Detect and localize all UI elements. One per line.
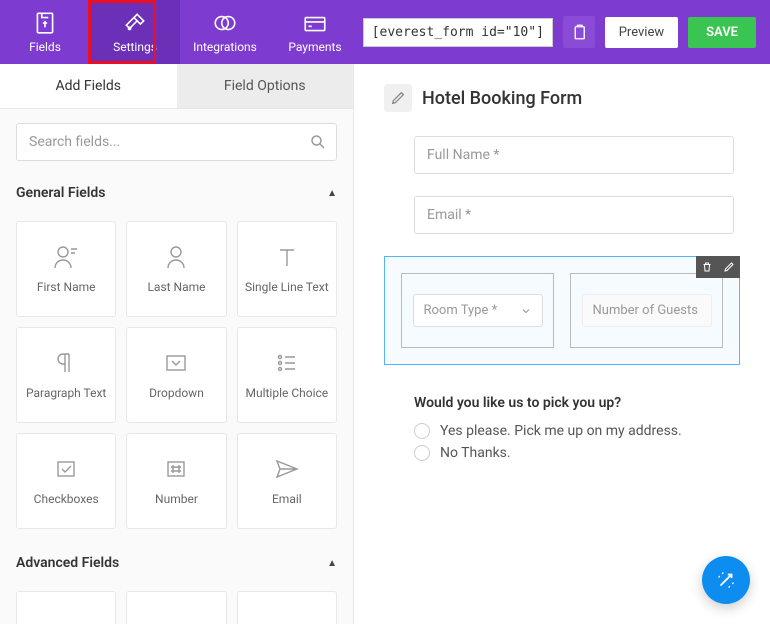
top-toolbar: Fields Settings Integrations Payments Pr… (0, 0, 770, 64)
field-advanced-3[interactable] (237, 591, 337, 624)
field-multiple-choice[interactable]: Multiple Choice (237, 327, 337, 423)
search-input[interactable] (16, 123, 337, 161)
field-label: Single Line Text (245, 280, 329, 294)
roomtype-dropdown[interactable]: Room Type * (413, 294, 543, 327)
section-general-label: General Fields (16, 185, 105, 201)
field-label: First Name (37, 280, 96, 294)
person-icon (161, 244, 191, 270)
field-label: Number (155, 492, 198, 506)
row-controls (696, 256, 740, 278)
caret-up-icon: ▲ (327, 558, 337, 569)
shortcode-input[interactable] (363, 18, 553, 47)
pickup-no-option[interactable]: No Thanks. (414, 445, 740, 461)
advanced-field-grid (0, 581, 353, 624)
wand-icon (715, 569, 737, 591)
field-number[interactable]: Number (126, 433, 226, 529)
fab-button[interactable] (702, 556, 750, 604)
nav-integrations[interactable]: Integrations (180, 0, 270, 64)
copy-button[interactable] (563, 16, 595, 48)
circles-icon (212, 10, 238, 36)
field-paragraph[interactable]: Paragraph Text (16, 327, 116, 423)
radio-icon (414, 423, 430, 439)
field-first-name[interactable]: First Name (16, 221, 116, 317)
form-title-row: Hotel Booking Form (384, 84, 740, 112)
edit-row-button[interactable] (718, 256, 740, 278)
pickup-yes-label: Yes please. Pick me up on my address. (440, 423, 682, 439)
text-icon (272, 244, 302, 270)
clipboard-icon (570, 23, 588, 41)
field-dropdown[interactable]: Dropdown (126, 327, 226, 423)
field-advanced-1[interactable] (16, 591, 116, 624)
delete-row-button[interactable] (696, 256, 718, 278)
radio-icon (414, 445, 430, 461)
list-icon (272, 350, 302, 376)
field-label: Multiple Choice (245, 386, 328, 400)
send-icon (272, 456, 302, 482)
form-title[interactable]: Hotel Booking Form (422, 88, 582, 109)
topnav: Fields Settings Integrations Payments (0, 0, 360, 64)
pickup-question-label: Would you like us to pick you up? (414, 395, 740, 411)
pencil-icon[interactable] (384, 84, 412, 112)
section-advanced-header[interactable]: Advanced Fields ▲ (0, 545, 353, 581)
field-label: Dropdown (149, 386, 204, 400)
nav-fields-label: Fields (29, 40, 61, 54)
form-preview: Hotel Booking Form Room Type * (354, 64, 770, 624)
fullname-input[interactable] (414, 136, 734, 174)
field-label: Checkboxes (34, 492, 99, 506)
field-single-line[interactable]: Single Line Text (237, 221, 337, 317)
field-checkboxes[interactable]: Checkboxes (16, 433, 116, 529)
preview-button[interactable]: Preview (605, 17, 678, 48)
field-wrap-email (414, 196, 740, 234)
nav-settings-label: Settings (113, 40, 157, 54)
save-button[interactable]: SAVE (688, 17, 756, 48)
checkbox-icon (51, 456, 81, 482)
row-cell-roomtype[interactable]: Room Type * (401, 273, 554, 348)
caret-up-icon: ▲ (327, 188, 337, 199)
nav-fields[interactable]: Fields (0, 0, 90, 64)
section-advanced-label: Advanced Fields (16, 555, 119, 571)
field-label: Last Name (147, 280, 205, 294)
hash-icon (161, 456, 191, 482)
field-label: Email (272, 492, 302, 506)
person-icon (51, 244, 81, 270)
sidebar-tabs: Add Fields Field Options (0, 64, 353, 109)
nav-integrations-label: Integrations (193, 40, 257, 54)
paragraph-icon (51, 350, 81, 376)
email-input[interactable] (414, 196, 734, 234)
field-email[interactable]: Email (237, 433, 337, 529)
pencil-icon (723, 261, 735, 273)
card-icon (302, 10, 328, 36)
wrench-icon (122, 10, 148, 36)
pickup-yes-option[interactable]: Yes please. Pick me up on my address. (414, 423, 740, 439)
row-cell-guests[interactable]: Number of Guests (570, 273, 723, 348)
chevron-down-icon (520, 305, 532, 317)
nav-settings[interactable]: Settings (90, 0, 180, 64)
search-container (0, 109, 353, 175)
sidebar: Add Fields Field Options General Fields … (0, 64, 354, 624)
pickup-no-label: No Thanks. (440, 445, 511, 461)
main-content: Add Fields Field Options General Fields … (0, 64, 770, 624)
toolbar-right: Preview SAVE (363, 16, 770, 48)
field-last-name[interactable]: Last Name (126, 221, 226, 317)
search-icon (309, 133, 327, 151)
general-field-grid: First Name Last Name Single Line Text Pa… (0, 211, 353, 545)
tab-field-options[interactable]: Field Options (177, 64, 354, 109)
selected-row[interactable]: Room Type * Number of Guests (384, 256, 740, 365)
tab-add-fields[interactable]: Add Fields (0, 64, 177, 109)
field-label: Paragraph Text (26, 386, 106, 400)
file-icon (32, 10, 58, 36)
roomtype-label: Room Type * (424, 303, 498, 318)
nav-payments[interactable]: Payments (270, 0, 360, 64)
field-advanced-2[interactable] (126, 591, 226, 624)
dropdown-icon (161, 350, 191, 376)
section-general-header[interactable]: General Fields ▲ (0, 175, 353, 211)
field-wrap-fullname (414, 136, 740, 174)
guests-input[interactable]: Number of Guests (582, 294, 712, 327)
trash-icon (701, 261, 713, 273)
nav-payments-label: Payments (288, 40, 341, 54)
